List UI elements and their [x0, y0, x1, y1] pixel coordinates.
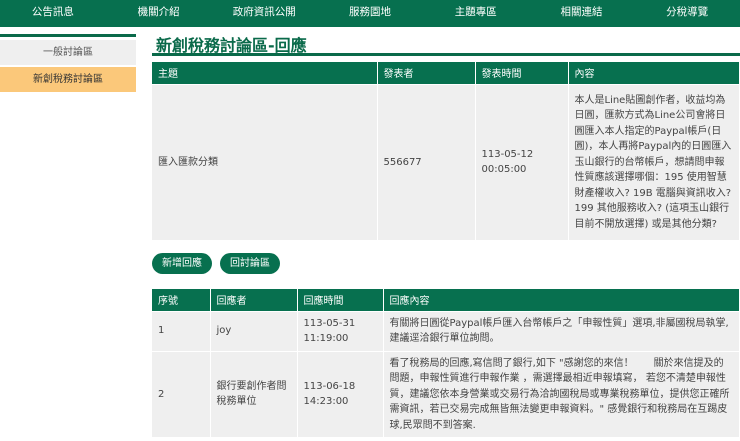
time: 00:05:00 — [481, 164, 527, 176]
nav-gov-info[interactable]: 政府資訊公開 — [211, 0, 317, 27]
back-to-forum-button[interactable]: 回討論區 — [220, 253, 280, 274]
table-row: 匯入匯款分類 556677 113-05-12 00:05:00 本人是Line貼… — [152, 83, 740, 240]
table-row: 2 銀行要創作者問稅務單位 113-06-18 14:23:00 看了稅務局的回應… — [152, 350, 740, 437]
col-reply-content: 回應內容 — [383, 289, 740, 311]
reply-table: 序號 回應者 回應時間 回應內容 1 joy 113-05-31 11:19:00… — [152, 289, 740, 437]
reply-no: 2 — [152, 350, 211, 437]
nav-about[interactable]: 機關介紹 — [106, 0, 212, 27]
sidebar: 一般討論區 新創稅務討論區 — [0, 34, 136, 92]
col-content: 內容 — [568, 62, 740, 84]
reply-author: joy — [210, 310, 298, 351]
nav-services[interactable]: 服務園地 — [317, 0, 423, 27]
date: 113-06-18 — [303, 380, 356, 392]
nav-branches[interactable]: 分稅導覽 — [634, 0, 740, 27]
nav-announcements[interactable]: 公告訊息 — [0, 0, 106, 27]
reply-author: 銀行要創作者問稅務單位 — [210, 350, 298, 437]
topic-subject: 匯入匯款分類 — [152, 83, 378, 240]
topic-time: 113-05-12 00:05:00 — [475, 83, 569, 240]
add-reply-button[interactable]: 新增回應 — [152, 253, 212, 274]
col-no: 序號 — [152, 289, 211, 311]
col-subject: 主題 — [152, 62, 378, 84]
table-row: 1 joy 113-05-31 11:19:00 有關將日圓從Paypal帳戶匯入… — [152, 310, 740, 351]
reply-time: 113-06-18 14:23:00 — [297, 350, 384, 437]
top-nav: 公告訊息 機關介紹 政府資訊公開 服務園地 主題專區 相關連結 分稅導覽 — [0, 0, 740, 27]
reply-time: 113-05-31 11:19:00 — [297, 310, 384, 351]
sidebar-item-startup-tax[interactable]: 新創稅務討論區 — [0, 67, 136, 92]
time: 14:23:00 — [303, 396, 349, 408]
page-title: 新創稅務討論區-回應 — [152, 30, 740, 56]
reply-no: 1 — [152, 310, 211, 351]
time: 11:19:00 — [303, 333, 349, 344]
nav-topics[interactable]: 主題專區 — [423, 0, 529, 27]
nav-links[interactable]: 相關連結 — [529, 0, 635, 27]
topic-table: 主題 發表者 發表時間 內容 匯入匯款分類 556677 113-05-12 00… — [152, 62, 740, 240]
topic-content: 本人是Line貼圖創作者，收益均為日圓，匯款方式為Line公司會將日圓匯入本人指… — [568, 83, 740, 240]
sidebar-item-general[interactable]: 一般討論區 — [0, 40, 136, 65]
date: 113-05-31 — [303, 317, 356, 329]
col-author: 發表者 — [377, 62, 476, 84]
main-content: 新創稅務討論區-回應 主題 發表者 發表時間 內容 匯入匯款分類 556677 … — [152, 30, 740, 437]
col-replier: 回應者 — [210, 289, 298, 311]
reply-content: 看了稅務局的回應,寫信問了銀行,如下 "感謝您的來信！ 關於來信提及的問題，申報… — [383, 350, 740, 437]
date: 113-05-12 — [481, 148, 534, 160]
col-date: 發表時間 — [475, 62, 569, 84]
topic-author: 556677 — [377, 83, 476, 240]
col-reply-time: 回應時間 — [297, 289, 384, 311]
reply-content: 有關將日圓從Paypal帳戶匯入台幣帳戶之「申報性質」選項,非屬國稅局執掌, 建… — [383, 310, 740, 351]
